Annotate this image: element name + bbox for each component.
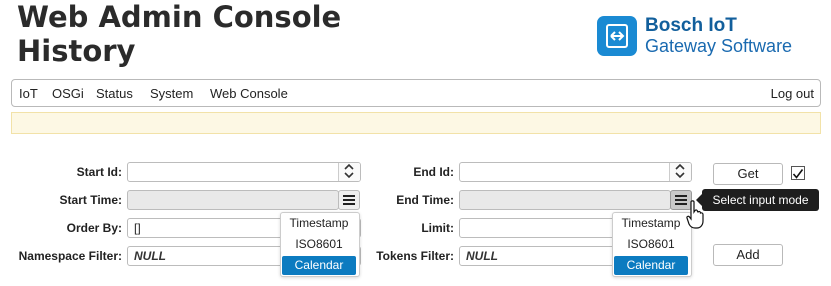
limit-label: Limit: <box>421 221 454 235</box>
logo-text-brand: Bosch IoT <box>645 15 737 36</box>
get-checkbox[interactable] <box>791 166 805 180</box>
end-time-mode-dropdown: Timestamp ISO8601 Calendar <box>612 212 692 277</box>
nav-item-status[interactable]: Status <box>96 86 133 101</box>
end-time-label: End Time: <box>396 193 454 207</box>
spinner-arrows-icon <box>344 163 354 179</box>
start-time-mode-button[interactable] <box>338 190 360 210</box>
end-time-input[interactable] <box>459 190 671 210</box>
main-navbar: IoT OSGi Status System Web Console Log o… <box>11 79 821 107</box>
get-button[interactable]: Get <box>713 163 783 185</box>
end-id-input[interactable] <box>459 162 692 182</box>
end-id-label: End Id: <box>413 165 454 179</box>
notification-bar <box>11 112 821 134</box>
hamburger-menu-icon <box>343 195 355 205</box>
nav-item-osgi[interactable]: OSGi <box>52 86 84 101</box>
dropdown-option-calendar[interactable]: Calendar <box>282 256 356 275</box>
dropdown-option-calendar[interactable]: Calendar <box>614 256 688 275</box>
dropdown-option-iso8601[interactable]: ISO8601 <box>282 235 356 254</box>
nav-item-web-console[interactable]: Web Console <box>210 86 288 101</box>
namespace-filter-label: Namespace Filter: <box>18 249 122 263</box>
nav-item-system[interactable]: System <box>150 86 193 101</box>
spinner-arrows-icon <box>675 163 685 179</box>
start-time-input[interactable] <box>127 190 339 210</box>
hand-pointer-cursor-icon <box>686 200 704 235</box>
dropdown-option-timestamp[interactable]: Timestamp <box>614 214 688 233</box>
start-time-mode-dropdown: Timestamp ISO8601 Calendar <box>280 212 360 277</box>
add-button[interactable]: Add <box>713 244 783 266</box>
logo-text-product: Gateway Software <box>645 36 793 56</box>
check-icon <box>792 169 804 179</box>
page-subtitle: History <box>17 34 136 68</box>
logo-icon <box>597 16 637 56</box>
page-title: Web Admin Console <box>17 0 342 34</box>
end-id-spinner[interactable] <box>669 163 691 181</box>
start-time-label: Start Time: <box>59 193 122 207</box>
order-by-label: Order By: <box>66 221 122 235</box>
start-id-spinner[interactable] <box>338 163 360 181</box>
start-id-input[interactable] <box>127 162 361 182</box>
nav-item-iot[interactable]: IoT <box>19 86 38 101</box>
dropdown-option-iso8601[interactable]: ISO8601 <box>614 235 688 254</box>
logout-link[interactable]: Log out <box>771 86 814 101</box>
start-id-label: Start Id: <box>76 165 122 179</box>
dropdown-option-timestamp[interactable]: Timestamp <box>282 214 356 233</box>
input-mode-tooltip: Select input mode <box>696 189 819 211</box>
tokens-filter-label: Tokens Filter: <box>376 249 454 263</box>
